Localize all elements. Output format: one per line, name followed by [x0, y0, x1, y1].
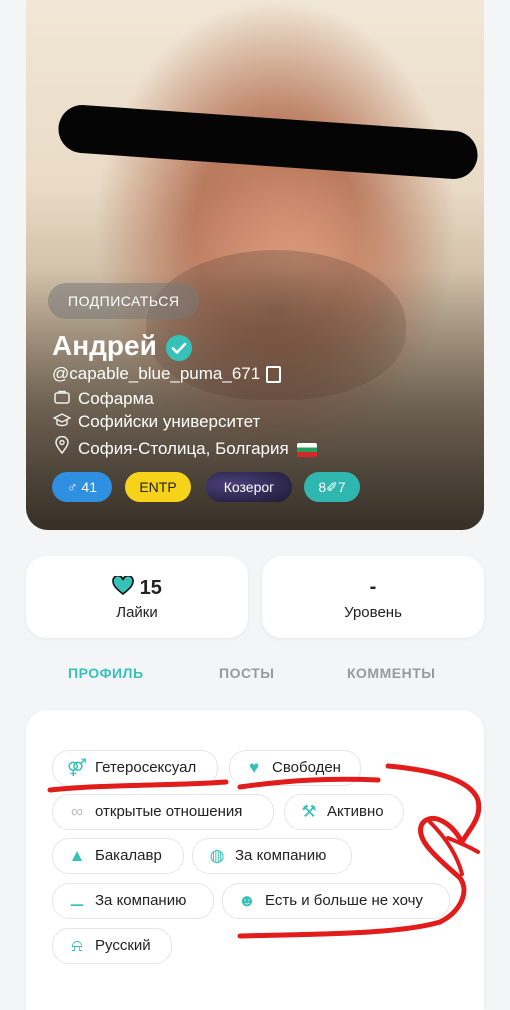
red-marker-annotation — [47, 763, 482, 939]
